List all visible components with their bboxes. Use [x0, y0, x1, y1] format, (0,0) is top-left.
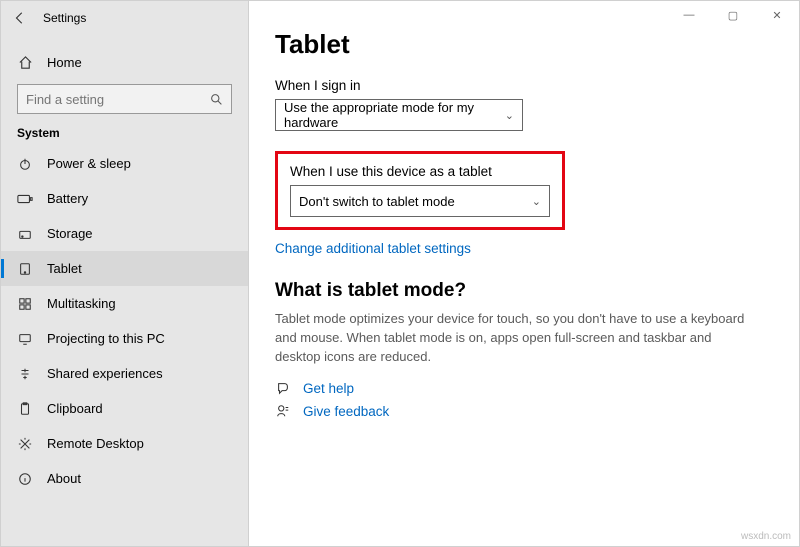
- sign-in-value: Use the appropriate mode for my hardware: [284, 100, 505, 130]
- additional-settings-link[interactable]: Change additional tablet settings: [275, 241, 471, 256]
- help-icon: [275, 381, 291, 395]
- info-body: Tablet mode optimizes your device for to…: [275, 310, 755, 367]
- search-input[interactable]: [17, 84, 232, 114]
- search-icon: [210, 93, 223, 106]
- page-title: Tablet: [275, 29, 773, 60]
- window-controls: — ▢ ✕: [667, 1, 799, 29]
- use-as-tablet-value: Don't switch to tablet mode: [299, 194, 455, 209]
- storage-icon: [17, 227, 33, 241]
- sidebar-item-power-sleep[interactable]: Power & sleep: [1, 146, 248, 181]
- clipboard-icon: [17, 402, 33, 416]
- power-icon: [17, 157, 33, 171]
- sidebar: Settings Home System Power & sleep Batte…: [1, 1, 249, 546]
- sidebar-item-about[interactable]: About: [1, 461, 248, 496]
- sidebar-item-label: Clipboard: [47, 401, 103, 416]
- close-button[interactable]: ✕: [755, 1, 799, 29]
- watermark: wsxdn.com: [741, 531, 791, 542]
- home-icon: [17, 55, 33, 70]
- sidebar-item-projecting[interactable]: Projecting to this PC: [1, 321, 248, 356]
- home-label: Home: [47, 55, 82, 70]
- sidebar-item-label: Power & sleep: [47, 156, 131, 171]
- highlighted-setting: When I use this device as a tablet Don't…: [275, 151, 565, 230]
- use-as-tablet-label: When I use this device as a tablet: [290, 164, 550, 179]
- sign-in-dropdown[interactable]: Use the appropriate mode for my hardware…: [275, 99, 523, 131]
- app-title: Settings: [43, 11, 86, 25]
- about-icon: [17, 472, 33, 486]
- titlebar: Settings: [1, 1, 248, 31]
- search-field[interactable]: [26, 92, 210, 107]
- sidebar-item-label: Tablet: [47, 261, 82, 276]
- give-feedback-row[interactable]: Give feedback: [275, 404, 773, 419]
- maximize-button[interactable]: ▢: [711, 1, 755, 29]
- sidebar-item-battery[interactable]: Battery: [1, 181, 248, 216]
- sidebar-item-remote-desktop[interactable]: Remote Desktop: [1, 426, 248, 461]
- chevron-down-icon: ⌄: [505, 109, 514, 122]
- sidebar-item-multitasking[interactable]: Multitasking: [1, 286, 248, 321]
- sidebar-item-clipboard[interactable]: Clipboard: [1, 391, 248, 426]
- multitasking-icon: [17, 297, 33, 311]
- remote-desktop-icon: [17, 437, 33, 451]
- tablet-icon: [17, 262, 33, 276]
- sidebar-item-label: Multitasking: [47, 296, 116, 311]
- back-icon[interactable]: [13, 11, 27, 25]
- sidebar-item-shared-experiences[interactable]: Shared experiences: [1, 356, 248, 391]
- minimize-button[interactable]: —: [667, 1, 711, 29]
- battery-icon: [17, 192, 33, 206]
- sidebar-item-label: Projecting to this PC: [47, 331, 165, 346]
- nav-list: Power & sleep Battery Storage Tablet Mul…: [1, 146, 248, 546]
- setting-sign-in: When I sign in Use the appropriate mode …: [275, 78, 773, 131]
- projecting-icon: [17, 332, 33, 346]
- main-content: — ▢ ✕ Tablet When I sign in Use the appr…: [249, 1, 799, 546]
- sidebar-item-storage[interactable]: Storage: [1, 216, 248, 251]
- get-help-link: Get help: [303, 381, 354, 396]
- sidebar-item-label: Remote Desktop: [47, 436, 144, 451]
- sign-in-label: When I sign in: [275, 78, 773, 93]
- sidebar-item-tablet[interactable]: Tablet: [1, 251, 248, 286]
- give-feedback-link: Give feedback: [303, 404, 389, 419]
- section-label-system: System: [1, 114, 248, 146]
- home-button[interactable]: Home: [1, 47, 248, 78]
- sidebar-item-label: Shared experiences: [47, 366, 163, 381]
- info-heading: What is tablet mode?: [275, 280, 773, 302]
- sidebar-item-label: About: [47, 471, 81, 486]
- feedback-icon: [275, 404, 291, 418]
- sidebar-item-label: Battery: [47, 191, 88, 206]
- shared-icon: [17, 367, 33, 381]
- sidebar-item-label: Storage: [47, 226, 93, 241]
- use-as-tablet-dropdown[interactable]: Don't switch to tablet mode ⌄: [290, 185, 550, 217]
- get-help-row[interactable]: Get help: [275, 381, 773, 396]
- chevron-down-icon: ⌄: [532, 195, 541, 208]
